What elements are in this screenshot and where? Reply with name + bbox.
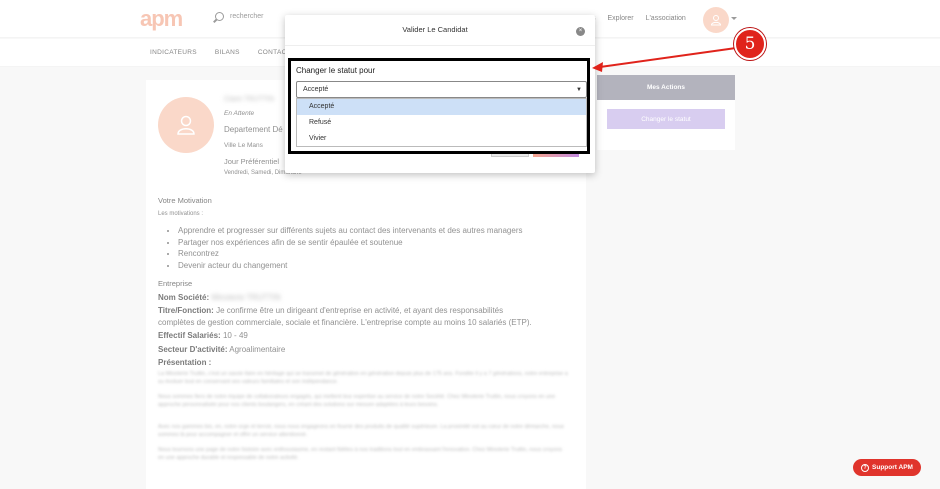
modal-divider: [285, 45, 595, 46]
list-item: Partager nos expériences afin de se sent…: [178, 237, 523, 249]
company-name-label: Nom Société:: [158, 293, 210, 302]
list-item: Apprendre et progresser sur différents s…: [178, 225, 523, 237]
status-select-highlight: Changer le statut pour Accepté ▼ Accepté…: [288, 58, 590, 154]
presentation-paragraph: Nous tournons une page de notre histoire…: [158, 447, 563, 461]
title-function-value-2: complètes de gestion commerciale, social…: [158, 318, 532, 327]
user-avatar[interactable]: [703, 7, 729, 33]
subnav-bilans[interactable]: BILANS: [215, 49, 240, 56]
sector-field: Secteur D'activité: Agroalimentaire: [158, 345, 285, 354]
motivation-list: Apprendre et progresser sur différents s…: [178, 225, 523, 271]
search-icon[interactable]: [215, 12, 224, 21]
change-status-label: Changer le statut pour: [296, 66, 376, 75]
status-select-value: Accepté: [303, 86, 329, 93]
status-option-accepte[interactable]: Accepté: [297, 99, 586, 115]
help-icon: ?: [861, 463, 870, 472]
staff-count-field: Effectif Salariés: 10 - 49: [158, 331, 248, 340]
chevron-down-icon[interactable]: [731, 17, 737, 20]
nav-link-association[interactable]: L'association: [646, 15, 686, 22]
change-status-button[interactable]: Changer le statut: [607, 109, 725, 129]
candidate-status: En Attente: [224, 110, 255, 117]
title-function-label: Titre/Fonction:: [158, 306, 214, 315]
list-item: Rencontrez: [178, 248, 523, 260]
modal-title: Valider Le Candidat: [402, 25, 468, 34]
presentation-paragraph: Nous sommes fiers de notre équipe de col…: [158, 394, 556, 408]
status-dropdown: Accepté Refusé Vivier: [296, 98, 587, 147]
user-icon: [177, 115, 195, 135]
search-input[interactable]: rechercher: [230, 13, 263, 20]
sector-label: Secteur D'activité:: [158, 345, 228, 354]
chevron-down-icon: ▼: [576, 87, 582, 93]
apm-logo[interactable]: apm: [140, 6, 183, 32]
status-option-vivier[interactable]: Vivier: [297, 131, 586, 147]
title-function-value: Je confirme être un dirigeant d'entrepri…: [216, 306, 504, 315]
presentation-paragraph: La Minoterie Truttin, c'est un savoir-fa…: [158, 371, 568, 385]
presentation-paragraph: Avec nos gammes bio, en, notre orge et t…: [158, 424, 564, 438]
motivation-title: Votre Motivation: [158, 196, 212, 205]
candidate-preferred-day-label: Jour Préférentiel: [224, 157, 280, 166]
status-select[interactable]: Accepté ▼: [296, 81, 587, 98]
top-nav: s Explorer L'association: [592, 15, 686, 22]
staff-count-value: 10 - 49: [222, 331, 248, 340]
close-icon[interactable]: ×: [576, 27, 585, 36]
title-function-field: Titre/Fonction: Je confirme être un diri…: [158, 306, 578, 315]
company-name-value: Minoterie TRUTTIN: [211, 293, 281, 302]
staff-count-label: Effectif Salariés:: [158, 331, 221, 340]
candidate-avatar: [158, 97, 214, 153]
motivation-subtitle: Les motivations :: [158, 211, 204, 217]
candidate-name: Claire TRUTTIN: [224, 96, 275, 103]
subnav-indicateurs[interactable]: INDICATEURS: [150, 49, 197, 56]
sector-value: Agroalimentaire: [229, 345, 286, 354]
nav-link-explorer[interactable]: Explorer: [608, 15, 634, 22]
candidate-city: Ville Le Mans: [224, 142, 263, 149]
company-name-field: Nom Société: Minoterie TRUTTIN: [158, 293, 281, 302]
actions-header: Mes Actions: [597, 75, 735, 100]
presentation-label: Présentation :: [158, 358, 212, 367]
user-icon: [710, 15, 722, 26]
subnav-contact[interactable]: CONTAC: [258, 49, 287, 56]
search-bar[interactable]: rechercher: [215, 12, 263, 21]
status-option-refuse[interactable]: Refusé: [297, 115, 586, 131]
support-button[interactable]: ? Support APM: [853, 459, 921, 476]
candidate-department: Departement Dé: [224, 125, 283, 134]
support-label: Support APM: [872, 464, 913, 471]
step-number-badge: 5: [734, 28, 766, 60]
actions-card: Mes Actions Changer le statut: [597, 75, 735, 150]
list-item: Devenir acteur du changement: [178, 260, 523, 272]
entreprise-title: Entreprise: [158, 279, 193, 288]
